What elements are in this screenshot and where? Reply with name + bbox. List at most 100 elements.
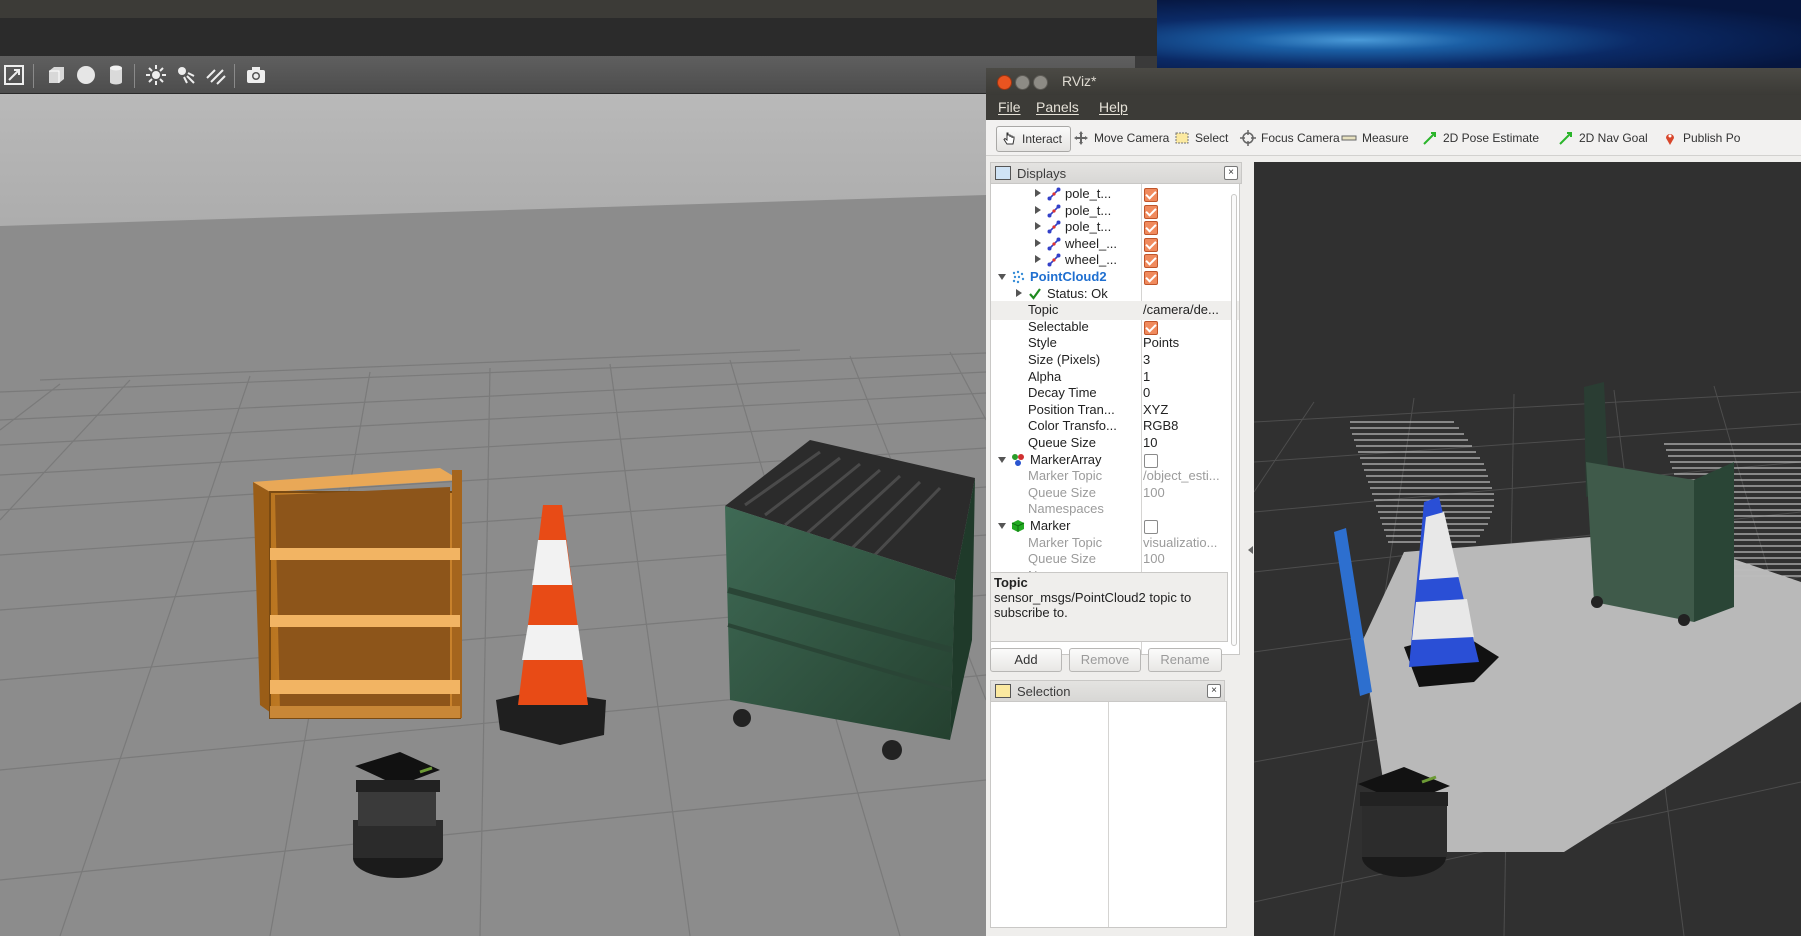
tool-focus-camera[interactable]: Focus Camera bbox=[1240, 126, 1340, 150]
add-button[interactable]: Add bbox=[990, 648, 1062, 672]
point-light-icon[interactable] bbox=[145, 64, 167, 86]
spot-light-icon[interactable] bbox=[175, 64, 197, 86]
scrollbar-track[interactable] bbox=[1231, 194, 1237, 646]
tf-axis-icon bbox=[1047, 204, 1061, 218]
window-title: RViz* bbox=[1062, 73, 1097, 89]
cylinder-icon[interactable] bbox=[105, 64, 127, 86]
enable-checkbox[interactable] bbox=[1144, 520, 1158, 534]
expand-arrow-icon[interactable] bbox=[1035, 189, 1041, 197]
tool-label: Focus Camera bbox=[1261, 131, 1340, 145]
menu-help[interactable]: Help bbox=[1099, 99, 1128, 115]
tool-move-camera[interactable]: Move Camera bbox=[1073, 126, 1169, 150]
close-window-button[interactable] bbox=[997, 75, 1012, 90]
directional-light-icon[interactable] bbox=[205, 64, 227, 86]
collapse-arrow-icon[interactable] bbox=[998, 523, 1006, 529]
enable-checkbox[interactable] bbox=[1144, 453, 1158, 468]
property-value[interactable]: 100 bbox=[1143, 485, 1237, 500]
displays-panel-header: Displays × bbox=[990, 162, 1242, 184]
gazebo-scene bbox=[0, 94, 986, 936]
tool-publish-point[interactable]: Publish Po bbox=[1662, 126, 1740, 150]
property-value[interactable]: Points bbox=[1143, 335, 1237, 350]
tool-measure[interactable]: Measure bbox=[1341, 126, 1409, 150]
remove-button[interactable]: Remove bbox=[1069, 648, 1141, 672]
move-camera-icon bbox=[1074, 131, 1088, 145]
enable-checkbox[interactable] bbox=[1144, 237, 1158, 252]
property-value[interactable]: XYZ bbox=[1143, 402, 1237, 417]
property-description: Topic sensor_msgs/PointCloud2 topic to s… bbox=[990, 572, 1228, 642]
property-value[interactable]: /camera/de... bbox=[1143, 302, 1237, 317]
property-value[interactable]: 100 bbox=[1143, 551, 1237, 566]
rviz-window: RViz* File Panels Help Interact Move Cam… bbox=[986, 68, 1801, 936]
selection-panel-header: Selection × bbox=[990, 680, 1225, 702]
select-rectangle-icon bbox=[995, 684, 1011, 698]
turtlebot-model bbox=[1358, 767, 1450, 877]
display-name: Queue Size bbox=[1028, 435, 1096, 450]
gazebo-toolbar bbox=[0, 56, 1135, 94]
toolbar-separator bbox=[33, 64, 34, 88]
display-name: pole_t... bbox=[1065, 219, 1112, 235]
tool-2d-pose-estimate[interactable]: 2D Pose Estimate bbox=[1422, 126, 1539, 150]
property-value[interactable]: 0 bbox=[1143, 385, 1237, 400]
expand-arrow-icon[interactable] bbox=[1035, 222, 1041, 231]
enable-checkbox[interactable] bbox=[1144, 254, 1158, 269]
expand-arrow-icon[interactable] bbox=[1016, 288, 1022, 297]
enable-checkbox[interactable] bbox=[1144, 188, 1158, 202]
splitter-collapse-arrow[interactable] bbox=[1248, 546, 1253, 554]
rviz-3d-view[interactable] bbox=[1254, 162, 1801, 936]
tool-select[interactable]: Select bbox=[1174, 126, 1228, 150]
close-icon[interactable]: × bbox=[1224, 166, 1238, 180]
tool-2d-nav-goal[interactable]: 2D Nav Goal bbox=[1558, 126, 1648, 150]
collapse-arrow-icon[interactable] bbox=[998, 274, 1006, 280]
selection-table[interactable] bbox=[990, 701, 1227, 928]
enable-checkbox[interactable] bbox=[1144, 204, 1158, 219]
box-icon[interactable] bbox=[45, 64, 67, 86]
scale-icon[interactable] bbox=[3, 64, 25, 86]
tool-label: Publish Po bbox=[1683, 131, 1741, 145]
expand-arrow-icon[interactable] bbox=[1035, 238, 1041, 247]
rviz-title-bar: RViz* bbox=[986, 68, 1801, 95]
display-name: pole_t... bbox=[1065, 186, 1112, 201]
panel-title: Selection bbox=[1017, 683, 1071, 699]
turtlebot-model bbox=[353, 752, 443, 878]
tf-axis-icon bbox=[1047, 253, 1061, 267]
property-value[interactable]: /object_esti... bbox=[1143, 468, 1237, 483]
property-value[interactable]: 3 bbox=[1143, 352, 1237, 367]
monitor-icon bbox=[995, 166, 1011, 180]
marker-array-icon bbox=[1012, 453, 1024, 466]
menu-file[interactable]: File bbox=[998, 99, 1021, 115]
expand-arrow-icon[interactable] bbox=[1035, 205, 1041, 214]
enable-checkbox[interactable] bbox=[1144, 320, 1158, 335]
rename-button[interactable]: Rename bbox=[1148, 648, 1222, 672]
tool-label: Move Camera bbox=[1094, 131, 1170, 145]
focus-crosshair-icon bbox=[1240, 130, 1256, 146]
display-name: Topic bbox=[1028, 302, 1059, 318]
tool-label: Measure bbox=[1362, 131, 1409, 145]
property-value[interactable]: RGB8 bbox=[1143, 418, 1237, 433]
display-name: wheel_... bbox=[1065, 235, 1118, 251]
collapse-arrow-icon[interactable] bbox=[998, 456, 1006, 463]
tool-interact[interactable]: Interact bbox=[996, 126, 1072, 152]
screenshot-icon[interactable] bbox=[245, 64, 267, 86]
enable-checkbox[interactable] bbox=[1144, 221, 1158, 236]
gazebo-3d-viewport[interactable] bbox=[0, 94, 986, 936]
close-icon[interactable]: × bbox=[1207, 684, 1221, 698]
display-name: Position Tran... bbox=[1028, 401, 1115, 417]
property-value[interactable]: 1 bbox=[1143, 369, 1237, 384]
description-title: Topic bbox=[994, 575, 1028, 590]
display-name: Style bbox=[1028, 335, 1057, 351]
maximize-window-button[interactable] bbox=[1033, 75, 1048, 90]
toolbar-separator bbox=[234, 64, 235, 88]
minimize-window-button[interactable] bbox=[1015, 75, 1030, 90]
toolbar-separator bbox=[134, 64, 135, 88]
vertical-scrollbar[interactable] bbox=[1229, 188, 1237, 648]
expand-arrow-icon[interactable] bbox=[1035, 255, 1041, 264]
property-value[interactable]: 10 bbox=[1143, 435, 1237, 450]
enable-checkbox[interactable] bbox=[1144, 271, 1158, 285]
sphere-icon[interactable] bbox=[75, 64, 97, 86]
property-value[interactable]: visualizatio... bbox=[1143, 535, 1237, 550]
menu-panels[interactable]: Panels bbox=[1036, 99, 1079, 115]
column-divider bbox=[1108, 702, 1109, 927]
tf-axis-icon bbox=[1047, 237, 1061, 251]
checkmark-icon bbox=[1029, 287, 1041, 300]
selection-panel: Selection × bbox=[990, 680, 1227, 936]
